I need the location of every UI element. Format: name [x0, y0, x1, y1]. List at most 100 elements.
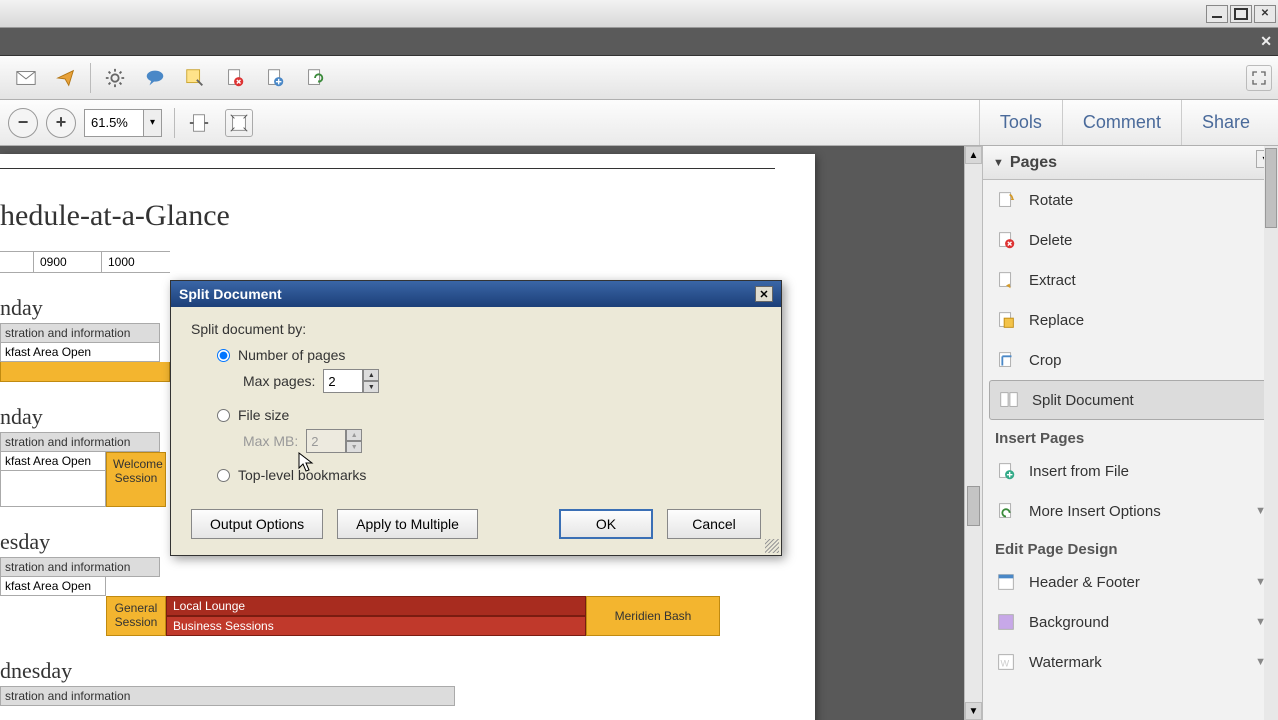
time-header: 1000 — [102, 252, 170, 272]
pages-item-label: Split Document — [1032, 392, 1134, 409]
pages-rotate[interactable]: Rotate — [983, 180, 1278, 220]
max-mb-label: Max MB: — [243, 433, 298, 449]
pages-delete[interactable]: Delete — [983, 220, 1278, 260]
watermark-icon: W — [995, 651, 1017, 673]
pages-item-label: More Insert Options — [1029, 503, 1161, 520]
spin-up-button[interactable]: ▲ — [363, 369, 379, 381]
send-icon[interactable] — [52, 64, 80, 92]
background[interactable]: Background ▼ — [983, 602, 1278, 642]
pages-item-label: Replace — [1029, 312, 1084, 329]
panel-section-pages[interactable]: ▼ Pages — [983, 146, 1278, 180]
sched-breakfast: kfast Area Open — [0, 577, 106, 596]
pages-item-label: Watermark — [1029, 654, 1102, 671]
tab-share[interactable]: Share — [1181, 100, 1270, 145]
radio-pages-input[interactable] — [217, 349, 230, 362]
fit-page-icon[interactable] — [225, 109, 253, 137]
dialog-titlebar[interactable]: Split Document ✕ — [171, 281, 781, 307]
pages-item-label: Delete — [1029, 232, 1072, 249]
sched-reg: stration and information — [0, 323, 160, 343]
watermark[interactable]: W Watermark ▼ — [983, 642, 1278, 682]
business-sessions-block: Business Sessions — [166, 616, 586, 636]
replace-icon — [995, 309, 1017, 331]
page-delete-icon[interactable] — [221, 64, 249, 92]
panel-scrollbar[interactable] — [1264, 146, 1278, 720]
insert-from-file[interactable]: Insert from File — [983, 451, 1278, 491]
panel-section-insert: Insert Pages — [983, 420, 1278, 451]
more-insert-icon — [995, 500, 1017, 522]
window-maximize-button[interactable] — [1230, 5, 1252, 23]
tab-close-button[interactable]: ✕ — [1260, 33, 1272, 50]
toolbar-separator — [90, 63, 91, 93]
window-close-button[interactable]: ✕ — [1254, 5, 1276, 23]
window-titlebar: ✕ — [0, 0, 1278, 28]
cursor-icon — [298, 452, 314, 474]
email-icon[interactable] — [12, 64, 40, 92]
scroll-up-button[interactable]: ▲ — [965, 146, 982, 164]
spin-down-button[interactable]: ▼ — [363, 381, 379, 393]
fullscreen-icon[interactable] — [1246, 65, 1272, 91]
welcome-session-block: Welcome Session — [106, 452, 166, 507]
background-icon — [995, 611, 1017, 633]
page-refresh-icon[interactable] — [301, 64, 329, 92]
sched-breakfast: kfast Area Open — [0, 452, 106, 471]
tools-panel: ▾ ▼ Pages Rotate Delete Extract Replace — [982, 146, 1278, 720]
zoom-input[interactable] — [84, 109, 144, 137]
more-insert-options[interactable]: More Insert Options ▼ — [983, 491, 1278, 531]
extract-icon — [995, 269, 1017, 291]
crop-icon — [995, 349, 1017, 371]
dialog-close-button[interactable]: ✕ — [755, 286, 773, 302]
page-add-icon[interactable] — [261, 64, 289, 92]
scroll-down-button[interactable]: ▼ — [965, 702, 982, 720]
zoom-in-button[interactable]: + — [46, 108, 76, 138]
speech-icon[interactable] — [141, 64, 169, 92]
sched-reg: stration and information — [0, 686, 455, 706]
pages-split-document[interactable]: Split Document — [989, 380, 1272, 420]
document-tab-strip: ✕ — [0, 28, 1278, 56]
gear-icon[interactable] — [101, 64, 129, 92]
radio-file-size[interactable]: File size — [217, 407, 761, 423]
pages-replace[interactable]: Replace — [983, 300, 1278, 340]
tab-comment[interactable]: Comment — [1062, 100, 1181, 145]
pages-crop[interactable]: Crop — [983, 340, 1278, 380]
panel-section-label: Pages — [1010, 154, 1057, 172]
radio-filesize-input[interactable] — [217, 409, 230, 422]
scroll-thumb[interactable] — [1265, 148, 1277, 228]
sched-reg: stration and information — [0, 432, 160, 452]
tab-tools[interactable]: Tools — [979, 100, 1062, 145]
sched-breakfast: kfast Area Open — [0, 343, 160, 362]
pages-item-label: Crop — [1029, 352, 1062, 369]
resize-grip[interactable] — [765, 539, 779, 553]
highlight-icon[interactable] — [181, 64, 209, 92]
pages-item-label: Extract — [1029, 272, 1076, 289]
cancel-button[interactable]: Cancel — [667, 509, 761, 539]
header-footer-icon — [995, 571, 1017, 593]
scroll-thumb[interactable] — [967, 486, 980, 526]
delete-page-icon — [995, 229, 1017, 251]
split-document-dialog: Split Document ✕ Split document by: Numb… — [170, 280, 782, 556]
document-scrollbar[interactable]: ▲ ▼ — [964, 146, 982, 720]
pages-item-label: Background — [1029, 614, 1109, 631]
window-minimize-button[interactable] — [1206, 5, 1228, 23]
fit-width-icon[interactable] — [185, 109, 213, 137]
zoom-out-button[interactable]: − — [8, 108, 38, 138]
rotate-icon — [995, 189, 1017, 211]
output-options-button[interactable]: Output Options — [191, 509, 323, 539]
dialog-title-label: Split Document — [179, 286, 282, 302]
general-session-block: General Session — [106, 596, 166, 636]
radio-bookmarks-input[interactable] — [217, 469, 230, 482]
ok-button[interactable]: OK — [559, 509, 653, 539]
pages-item-label: Header & Footer — [1029, 574, 1140, 591]
day-header: dnesday — [0, 658, 815, 684]
radio-filesize-label: File size — [238, 407, 289, 423]
radio-pages-label: Number of pages — [238, 347, 345, 363]
apply-to-multiple-button[interactable]: Apply to Multiple — [337, 509, 478, 539]
max-pages-input[interactable] — [323, 369, 363, 393]
svg-text:W: W — [1001, 659, 1010, 669]
insert-file-icon — [995, 460, 1017, 482]
panel-section-edit-design: Edit Page Design — [983, 531, 1278, 562]
zoom-dropdown-button[interactable]: ▾ — [144, 109, 162, 137]
pages-item-label: Rotate — [1029, 192, 1073, 209]
header-footer[interactable]: Header & Footer ▼ — [983, 562, 1278, 602]
radio-number-of-pages[interactable]: Number of pages — [217, 347, 761, 363]
pages-extract[interactable]: Extract — [983, 260, 1278, 300]
